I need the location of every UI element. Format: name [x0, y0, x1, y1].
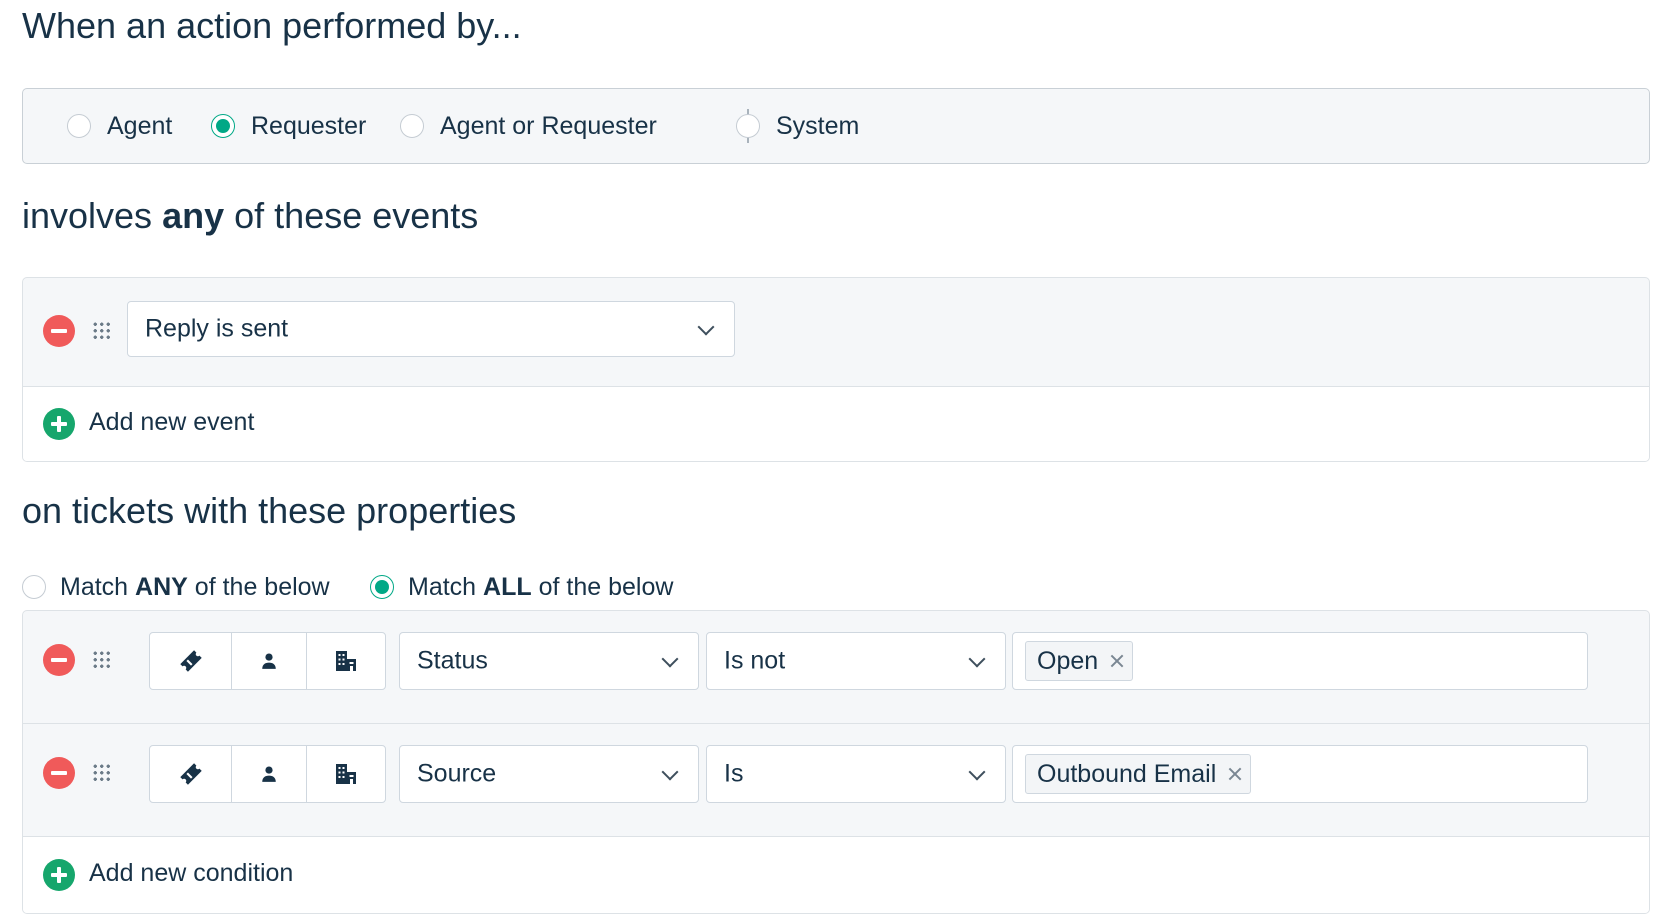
- remove-condition-icon[interactable]: [43, 757, 75, 789]
- contact-property-button[interactable]: [231, 746, 305, 802]
- performer-option-label: Requester: [251, 111, 367, 140]
- operator-select[interactable]: Is: [706, 745, 1006, 803]
- operator-select-value: Is not: [724, 646, 786, 675]
- ticket-icon: [179, 650, 202, 672]
- field-select-value: Status: [417, 646, 488, 675]
- match-any-post: of the below: [194, 572, 330, 601]
- add-condition-label: Add new condition: [89, 859, 294, 887]
- event-row: Reply is sent: [23, 278, 1649, 387]
- radio-system[interactable]: [736, 114, 760, 138]
- value-tag-input[interactable]: Outbound Email: [1012, 745, 1588, 803]
- events-panel: Reply is sent Add new event: [22, 277, 1650, 462]
- value-tag-label: Open: [1037, 646, 1099, 675]
- operator-select[interactable]: Is not: [706, 632, 1006, 690]
- value-tag: Outbound Email: [1025, 754, 1252, 794]
- events-heading-pre: involves: [22, 195, 153, 236]
- drag-handle-icon[interactable]: [92, 650, 112, 670]
- property-type-selector: [149, 632, 386, 690]
- match-all-pre: Match: [408, 572, 477, 601]
- value-tag: Open: [1025, 641, 1134, 681]
- match-all-option[interactable]: Match ALL of the below: [370, 570, 673, 604]
- match-any-pre: Match: [60, 572, 129, 601]
- match-all-label: Match ALL of the below: [408, 573, 673, 602]
- add-icon[interactable]: [43, 859, 75, 891]
- contact-icon: [262, 653, 276, 669]
- performer-radio-group: Agent Requester Agent or Requester Syste…: [22, 88, 1650, 164]
- value-tag-label: Outbound Email: [1037, 759, 1217, 788]
- events-heading: involves any of these events: [22, 195, 478, 237]
- value-tag-input[interactable]: Open: [1012, 632, 1588, 690]
- conditions-panel: Status Is not Open Source Is Outbound Em…: [22, 610, 1650, 914]
- ticket-property-button[interactable]: [150, 746, 231, 802]
- chevron-down-icon: [968, 650, 986, 668]
- close-icon[interactable]: [1110, 654, 1124, 668]
- condition-row: Status Is not Open: [23, 611, 1649, 724]
- performer-option-label: Agent: [107, 111, 173, 140]
- radio-requester[interactable]: [211, 114, 235, 138]
- radio-agent-or-requester[interactable]: [400, 114, 424, 138]
- event-select-value: Reply is sent: [145, 314, 289, 343]
- close-icon[interactable]: [1228, 767, 1242, 781]
- add-event-label: Add new event: [89, 408, 255, 436]
- match-all-post: of the below: [538, 572, 674, 601]
- company-property-button[interactable]: [305, 633, 385, 689]
- field-select-value: Source: [417, 759, 497, 788]
- match-any-option[interactable]: Match ANY of the below: [22, 570, 330, 604]
- add-icon[interactable]: [43, 408, 75, 440]
- ticket-property-button[interactable]: [150, 633, 231, 689]
- drag-handle-icon[interactable]: [92, 763, 112, 783]
- ticket-icon: [179, 763, 202, 785]
- add-event-row: Add new event: [23, 387, 1649, 461]
- property-type-selector: [149, 745, 386, 803]
- performer-option-label: System: [776, 111, 860, 140]
- match-any-bold: ANY: [135, 572, 188, 601]
- chevron-down-icon: [697, 318, 715, 336]
- company-icon: [335, 651, 356, 671]
- performer-option-agent[interactable]: Agent: [67, 89, 172, 163]
- performer-heading: When an action performed by...: [22, 5, 522, 46]
- conditions-heading: on tickets with these properties: [22, 490, 517, 531]
- match-all-bold: ALL: [483, 572, 532, 601]
- performer-option-requester[interactable]: Requester: [211, 89, 366, 163]
- operator-select-value: Is: [724, 759, 744, 788]
- contact-icon: [262, 766, 276, 782]
- performer-option-system[interactable]: System: [736, 89, 859, 163]
- chevron-down-icon: [661, 650, 679, 668]
- remove-event-icon[interactable]: [43, 315, 75, 347]
- event-select[interactable]: Reply is sent: [127, 301, 735, 357]
- field-select[interactable]: Source: [399, 745, 699, 803]
- radio-match-all[interactable]: [370, 575, 394, 599]
- performer-option-agent-or-requester[interactable]: Agent or Requester: [400, 89, 657, 163]
- performer-option-label: Agent or Requester: [440, 111, 657, 140]
- add-condition-row: Add new condition: [23, 837, 1649, 913]
- events-heading-post: of these events: [234, 195, 479, 236]
- radio-match-any[interactable]: [22, 575, 46, 599]
- chevron-down-icon: [968, 763, 986, 781]
- radio-agent[interactable]: [67, 114, 91, 138]
- remove-condition-icon[interactable]: [43, 644, 75, 676]
- company-property-button[interactable]: [305, 746, 385, 802]
- company-icon: [335, 764, 356, 784]
- events-heading-bold: any: [162, 195, 225, 236]
- contact-property-button[interactable]: [231, 633, 305, 689]
- drag-handle-icon[interactable]: [92, 321, 112, 341]
- condition-row: Source Is Outbound Email: [23, 724, 1649, 837]
- chevron-down-icon: [661, 763, 679, 781]
- field-select[interactable]: Status: [399, 632, 699, 690]
- match-any-label: Match ANY of the below: [60, 573, 330, 602]
